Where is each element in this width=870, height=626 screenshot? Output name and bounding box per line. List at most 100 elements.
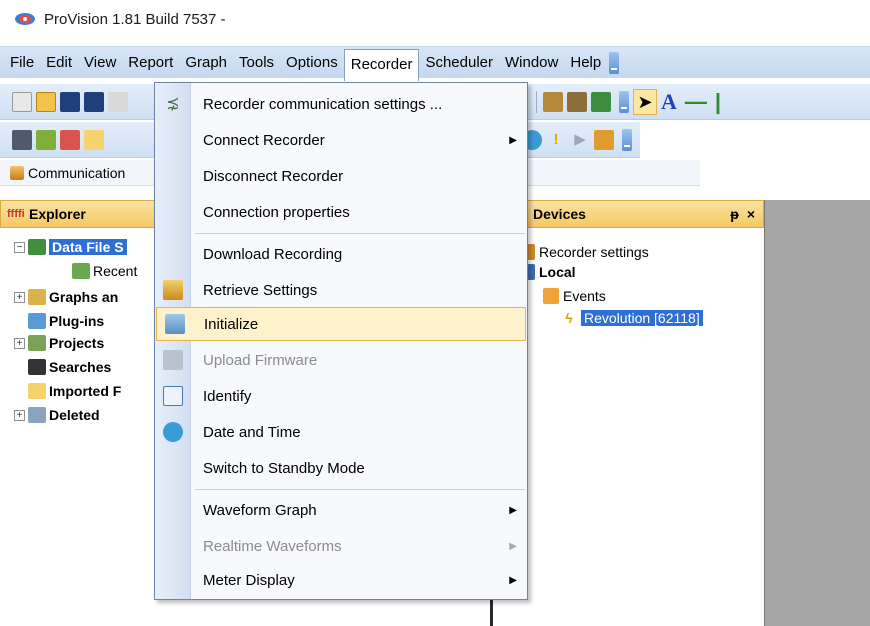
provision-logo-icon	[14, 12, 36, 26]
device-item-events[interactable]: Events	[543, 286, 606, 306]
menu-tools[interactable]: Tools	[233, 49, 280, 77]
menu-report[interactable]: Report	[122, 49, 179, 77]
workspace-background	[764, 200, 870, 626]
menu-item-waveform-graph[interactable]: Waveform Graph ▶	[155, 493, 527, 527]
device-label: Local	[539, 264, 576, 280]
open-folder-icon[interactable]	[36, 91, 56, 112]
new-file-icon[interactable]	[12, 91, 32, 112]
menu-recorder[interactable]: Recorder	[343, 48, 420, 81]
menu-item-label: Connection properties	[203, 203, 350, 221]
menu-file[interactable]: File	[4, 49, 40, 77]
save-all-icon[interactable]	[84, 91, 104, 112]
tree-item-searches[interactable]: Searches	[28, 356, 111, 378]
menu-item-meter-display[interactable]: Meter Display ▶	[155, 563, 527, 597]
play-icon[interactable]: ▶	[570, 130, 590, 150]
report-icon[interactable]	[60, 129, 80, 150]
expand-icon[interactable]: +	[14, 337, 25, 349]
toolbar2-overflow-button[interactable]	[622, 128, 632, 151]
line-tool-icon[interactable]: —	[685, 90, 707, 113]
menu-item-disconnect-recorder[interactable]: Disconnect Recorder	[155, 159, 527, 193]
menu-item-label: Meter Display	[203, 571, 295, 589]
toolbar-separator	[536, 90, 537, 113]
tree-item-imported[interactable]: Imported F	[28, 380, 121, 402]
devices-title: Devices	[533, 206, 586, 222]
menu-item-download-recording[interactable]: Download Recording	[155, 237, 527, 271]
menu-item-label: Date and Time	[203, 423, 301, 441]
alert-icon[interactable]: !	[546, 130, 566, 150]
menu-scheduler[interactable]: Scheduler	[419, 49, 499, 77]
menu-item-label: Connect Recorder	[203, 131, 325, 149]
tab-communication[interactable]: Communication	[28, 165, 125, 181]
menu-graph[interactable]: Graph	[179, 49, 233, 77]
wizard-icon[interactable]	[594, 129, 614, 150]
menu-item-label: Retrieve Settings	[203, 281, 318, 299]
menu-bar: File Edit View Report Graph Tools Option…	[0, 46, 870, 81]
menu-overflow-button[interactable]	[609, 51, 620, 74]
local-icon	[527, 264, 535, 280]
tree-label: Graphs an	[49, 289, 119, 305]
upload-icon	[163, 350, 183, 370]
retrieve-icon	[163, 280, 183, 300]
device-item-revolution[interactable]: ϟ Revolution [62118]	[561, 308, 703, 328]
menu-item-connect-recorder[interactable]: Connect Recorder ▶	[155, 123, 527, 157]
menu-options[interactable]: Options	[280, 49, 344, 77]
menu-item-realtime-waveforms[interactable]: Realtime Waveforms ▶	[155, 529, 527, 563]
menu-item-label: Upload Firmware	[203, 351, 318, 369]
toolbar-overflow-button[interactable]	[619, 90, 629, 113]
tree-label: Projects	[49, 335, 105, 351]
menu-item-upload-firmware[interactable]: Upload Firmware	[155, 343, 527, 377]
device-item-recorder-settings[interactable]: Recorder settings	[527, 242, 649, 262]
communication-tab-icon	[10, 165, 24, 180]
text-tool-icon[interactable]: A	[661, 90, 677, 113]
device-item-local[interactable]: Local	[527, 262, 576, 282]
menu-item-standby-mode[interactable]: Switch to Standby Mode	[155, 451, 527, 485]
device-label: Revolution [62118]	[581, 310, 703, 326]
recorder-dropdown-menu: ⋨ Recorder communication settings ... Co…	[154, 82, 528, 600]
menu-item-identify[interactable]: Identify	[155, 379, 527, 413]
tree-item-deleted[interactable]: + Deleted	[14, 404, 100, 426]
tree-item-graphs[interactable]: + Graphs an	[14, 286, 118, 308]
calculator-icon[interactable]	[12, 129, 32, 150]
pencil-icon[interactable]	[84, 129, 104, 150]
tree-item-data-files[interactable]: − Data File S	[14, 236, 127, 258]
import-icon[interactable]	[567, 91, 587, 112]
menu-item-initialize[interactable]: Initialize	[156, 307, 526, 341]
menu-separator	[195, 233, 525, 234]
device-label: Events	[563, 288, 606, 304]
chart-report-icon[interactable]	[591, 91, 611, 112]
print-icon[interactable]	[108, 91, 128, 112]
folder-icon	[28, 383, 46, 399]
tree-item-recent[interactable]: Recent	[72, 260, 137, 282]
data-files-icon	[28, 239, 46, 255]
plugin-icon	[28, 313, 46, 329]
tree-label: Searches	[49, 359, 112, 375]
settings-icon	[527, 244, 535, 260]
menu-item-label: Recorder communication settings ...	[203, 95, 443, 113]
tree-item-projects[interactable]: + Projects	[14, 332, 104, 354]
tree-label: Data File S	[49, 239, 127, 255]
pointer-tool-button[interactable]: ➤	[633, 88, 657, 115]
pin-icon[interactable]: ᵽ	[730, 206, 739, 222]
menu-window[interactable]: Window	[499, 49, 564, 77]
tools-icon[interactable]	[36, 129, 56, 150]
close-icon[interactable]: ×	[747, 206, 755, 222]
menu-item-retrieve-settings[interactable]: Retrieve Settings	[155, 273, 527, 307]
save-icon[interactable]	[60, 91, 80, 112]
menu-edit[interactable]: Edit	[40, 49, 78, 77]
tree-label: Recent	[93, 263, 138, 279]
expand-icon[interactable]: +	[14, 409, 25, 421]
menu-item-communication-settings[interactable]: ⋨ Recorder communication settings ...	[155, 87, 527, 121]
menu-item-connection-properties[interactable]: Connection properties	[155, 195, 527, 229]
menu-help[interactable]: Help	[564, 49, 607, 77]
expand-icon[interactable]: +	[14, 291, 25, 303]
menu-view[interactable]: View	[78, 49, 122, 77]
menu-separator	[195, 489, 525, 490]
cursor-arrow-icon: ➤	[637, 91, 653, 112]
menu-item-label: Identify	[203, 387, 252, 405]
devices-tree: Recorder settings Local Events ϟ Revolut…	[490, 228, 764, 626]
vertical-line-tool-icon[interactable]: |	[715, 90, 721, 113]
collapse-icon[interactable]: −	[14, 241, 25, 253]
tree-item-plugins[interactable]: Plug-ins	[28, 310, 104, 332]
menu-item-date-and-time[interactable]: Date and Time	[155, 415, 527, 449]
export-icon[interactable]	[543, 91, 563, 112]
